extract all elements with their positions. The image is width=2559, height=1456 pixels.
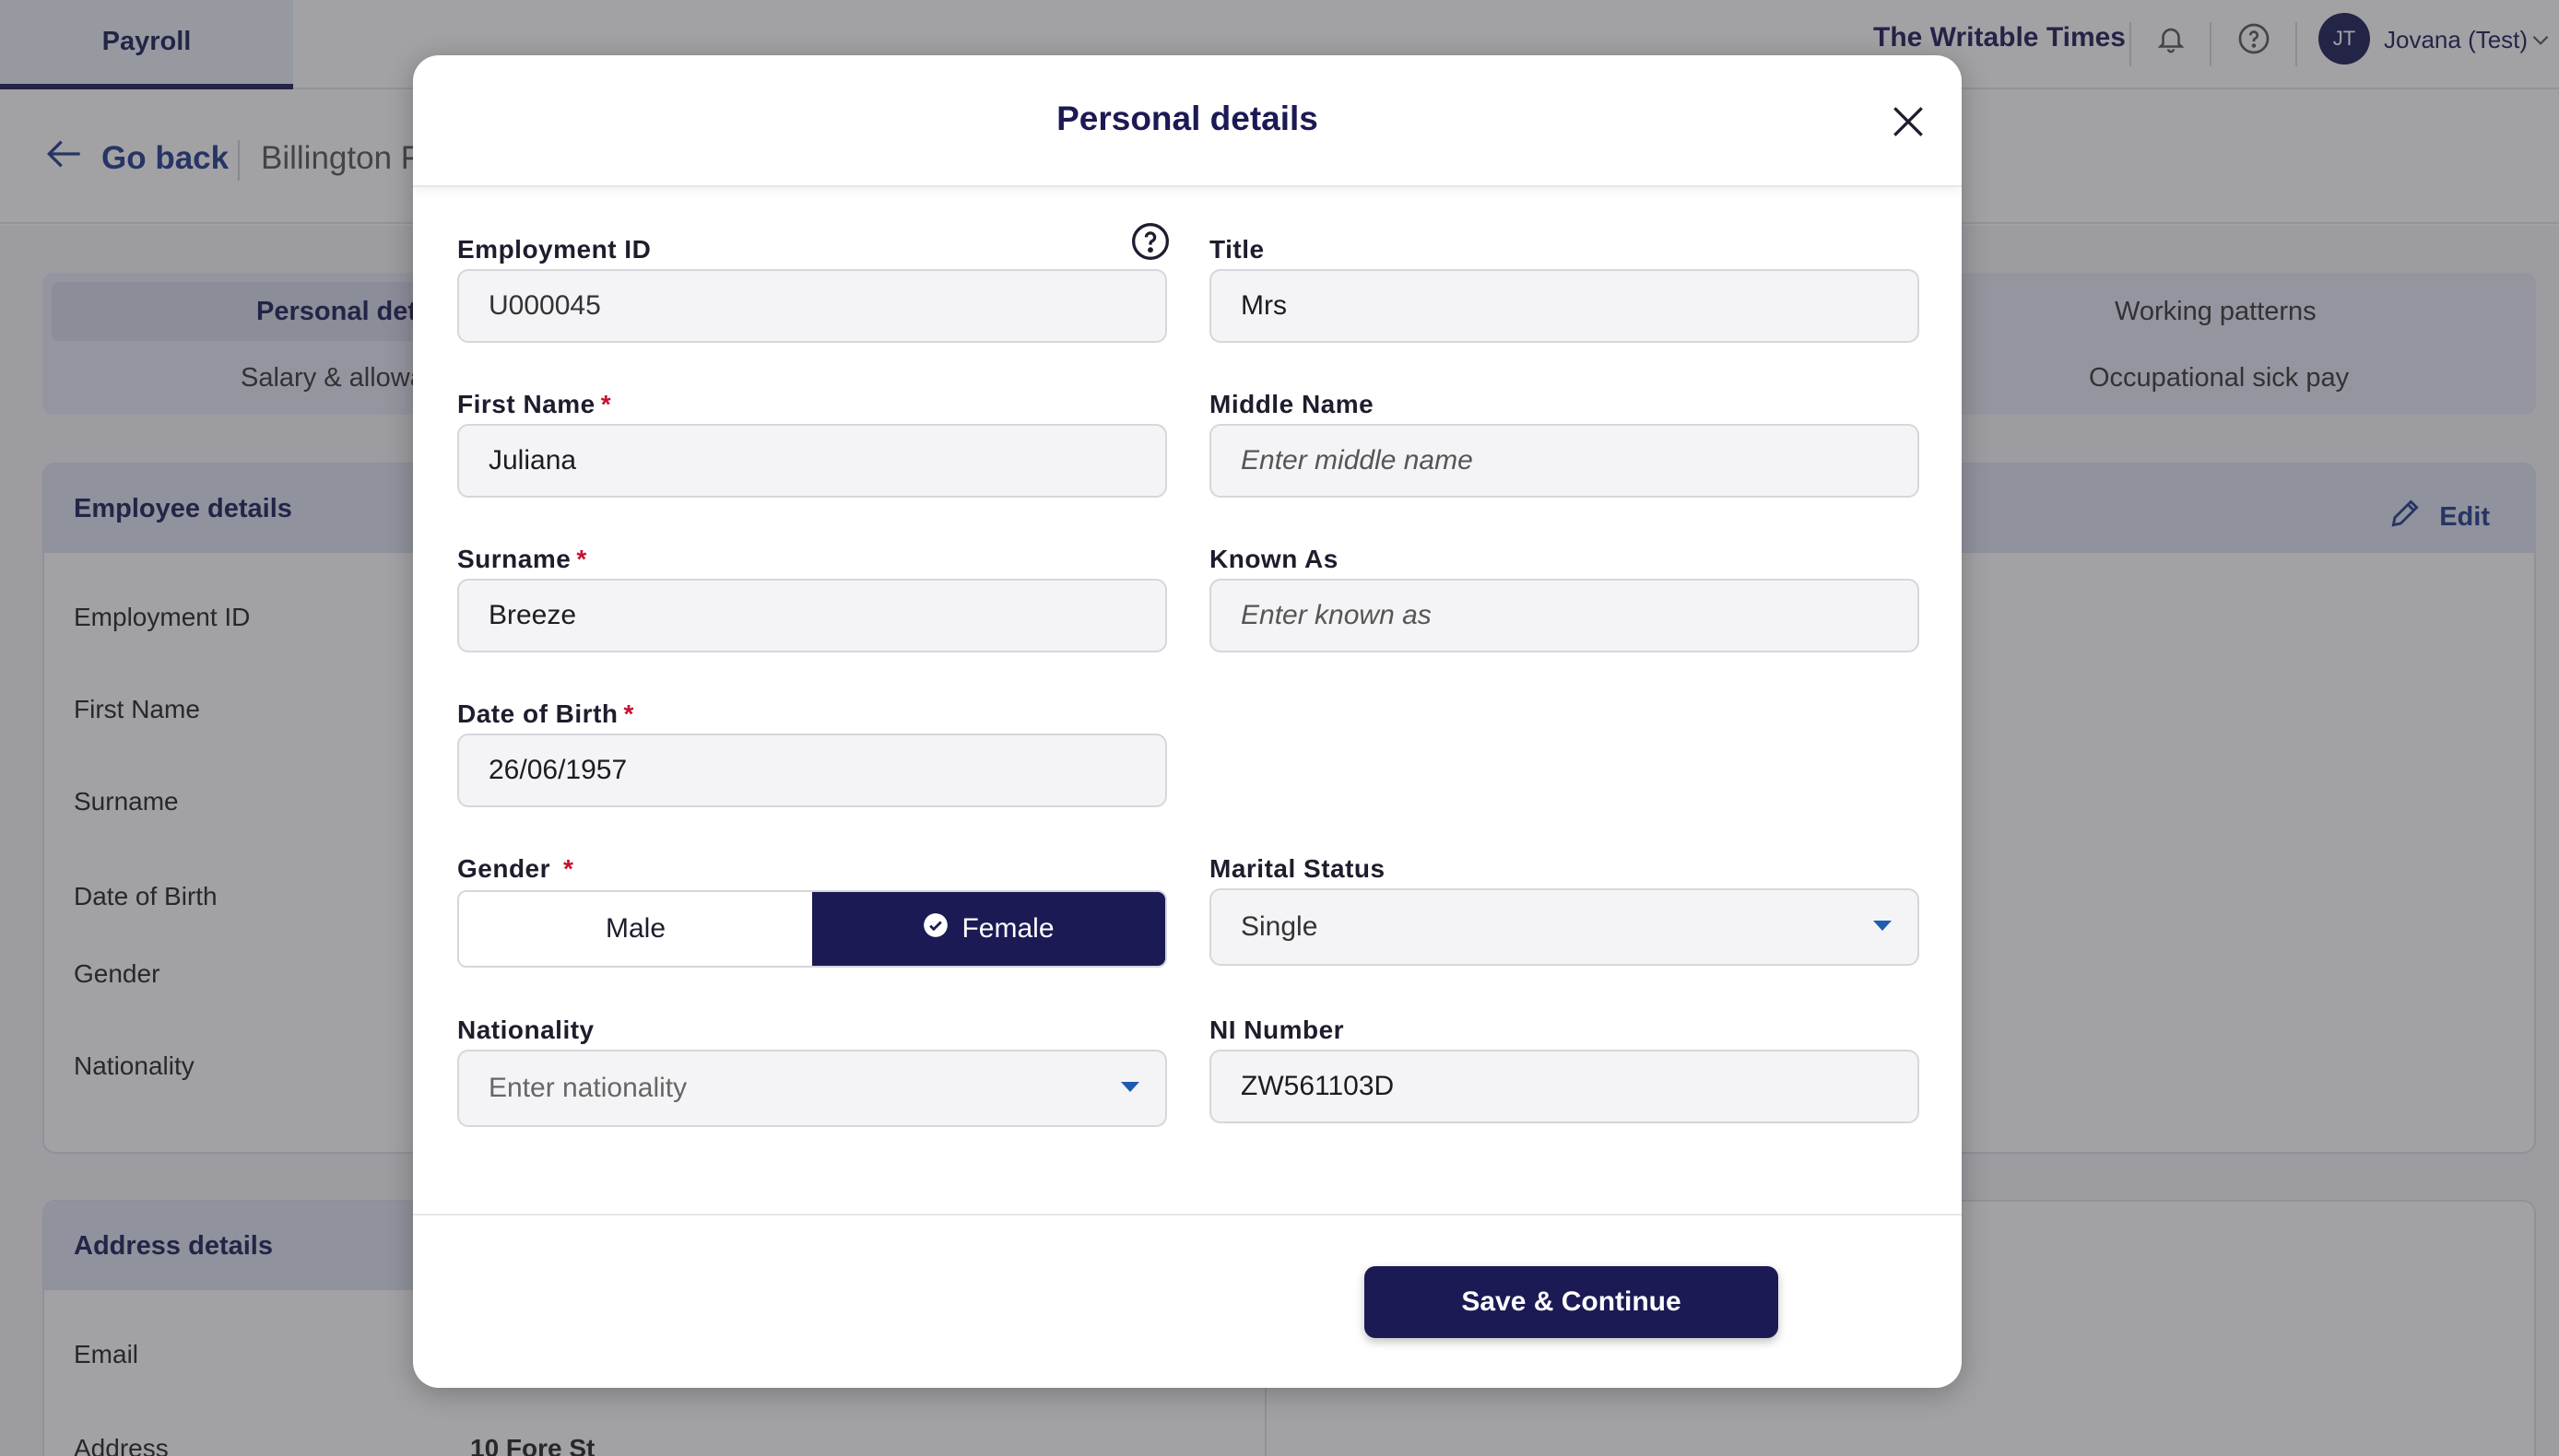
dob-label: Date of Birth * [457, 699, 634, 729]
caret-down-icon [1873, 921, 1892, 931]
first-name-field[interactable]: Juliana [457, 424, 1167, 498]
modal-header: Personal details [413, 55, 1962, 187]
gender-male-button[interactable]: Male [459, 892, 812, 966]
required-marker: * [563, 854, 574, 883]
surname-label: Surname * [457, 545, 587, 574]
required-marker: * [576, 545, 587, 573]
middle-name-label: Middle Name [1209, 390, 1374, 418]
marital-status-select[interactable]: Single [1209, 888, 1919, 966]
question-mark-icon[interactable] [1130, 221, 1171, 262]
gender-female-label: Female [961, 913, 1055, 944]
employment-id-field: U000045 [457, 269, 1167, 343]
gender-label: Gender * [457, 854, 573, 884]
first-name-label: First Name * [457, 390, 611, 419]
gender-label-text: Gender [457, 854, 551, 883]
surname-field[interactable]: Breeze [457, 579, 1167, 652]
employment-id-label: Employment ID [457, 235, 652, 264]
middle-name-field[interactable]: Enter middle name [1209, 424, 1919, 498]
nationality-label: Nationality [457, 1016, 595, 1044]
first-name-label-text: First Name [457, 390, 596, 418]
required-marker: * [600, 390, 612, 418]
close-icon[interactable] [1888, 101, 1928, 142]
gender-toggle: Male Female [457, 890, 1167, 968]
known-as-label: Known As [1209, 545, 1338, 573]
dob-label-text: Date of Birth [457, 699, 619, 728]
check-circle-icon [923, 912, 949, 945]
nationality-placeholder: Enter nationality [489, 1073, 688, 1103]
save-continue-button[interactable]: Save & Continue [1364, 1266, 1778, 1338]
caret-down-icon [1121, 1082, 1139, 1092]
nationality-select[interactable]: Enter nationality [457, 1050, 1167, 1127]
title-label: Title [1209, 235, 1265, 264]
modal-title: Personal details [1056, 100, 1318, 137]
gender-male-label: Male [605, 913, 666, 944]
marital-status-value: Single [1241, 911, 1318, 942]
known-as-field[interactable]: Enter known as [1209, 579, 1919, 652]
ni-number-field[interactable]: ZW561103D [1209, 1050, 1919, 1123]
required-marker: * [623, 699, 634, 728]
marital-status-label: Marital Status [1209, 854, 1386, 883]
surname-label-text: Surname [457, 545, 572, 573]
gender-female-button[interactable]: Female [812, 892, 1165, 966]
ni-number-label: NI Number [1209, 1016, 1345, 1044]
personal-details-modal: Personal details Employment ID U000045 T… [413, 55, 1962, 1388]
title-field[interactable]: Mrs [1209, 269, 1919, 343]
dob-field[interactable]: 26/06/1957 [457, 734, 1167, 807]
